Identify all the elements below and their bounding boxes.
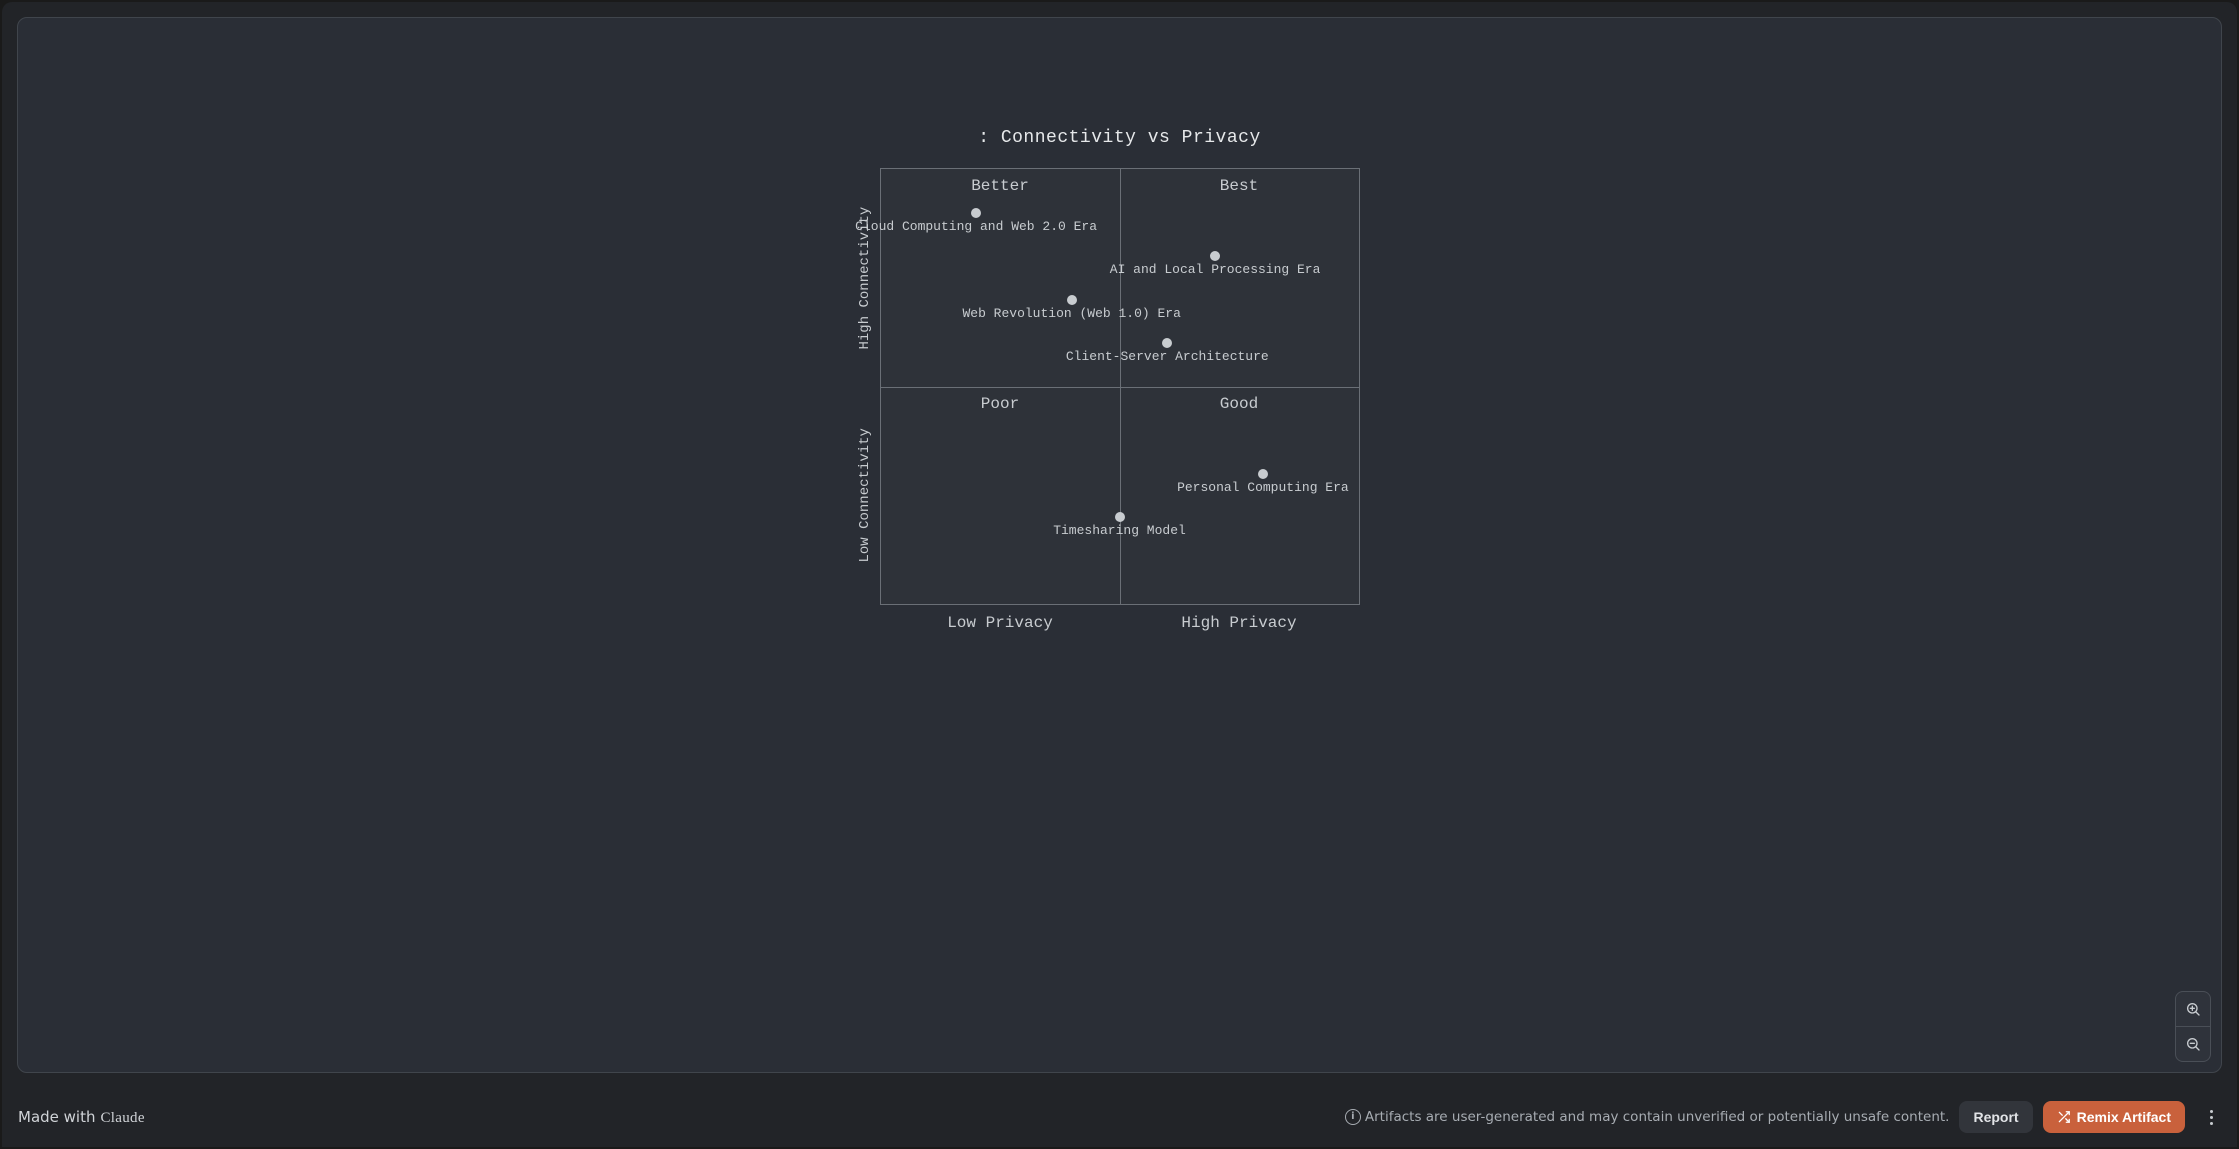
footer-bar: Made with Claude i Artifacts are user-ge… <box>2 1087 2237 1147</box>
data-point[interactable] <box>1067 295 1077 305</box>
report-button[interactable]: Report <box>1959 1101 2032 1133</box>
axis-divider-horizontal <box>881 387 1359 388</box>
more-menu-button[interactable] <box>2201 1103 2221 1131</box>
report-button-label: Report <box>1973 1109 2018 1125</box>
data-point-label: Timesharing Model <box>1053 523 1186 538</box>
remix-button-label: Remix Artifact <box>2077 1109 2171 1125</box>
chart: : Connectivity vs Privacy Better Best Po… <box>870 128 1370 605</box>
data-point-label: Client-Server Architecture <box>1066 349 1269 364</box>
disclaimer: i Artifacts are user-generated and may c… <box>1345 1109 1950 1125</box>
data-point[interactable] <box>1162 338 1172 348</box>
zoom-out-button[interactable] <box>2176 1027 2210 1061</box>
y-axis-label-high: High Connectivity <box>857 169 873 387</box>
data-point-label: Web Revolution (Web 1.0) Era <box>962 306 1180 321</box>
artifact-canvas: : Connectivity vs Privacy Better Best Po… <box>17 17 2222 1073</box>
made-with-prefix: Made with <box>18 1108 95 1126</box>
data-point[interactable] <box>971 208 981 218</box>
made-with-brand: Claude <box>100 1110 144 1127</box>
outer-frame: : Connectivity vs Privacy Better Best Po… <box>2 2 2237 1147</box>
quadrant-label-good: Good <box>1120 395 1359 413</box>
quadrant-grid: Better Best Poor Good High Connectivity … <box>880 168 1360 605</box>
x-axis-label-low: Low Privacy <box>881 614 1120 632</box>
data-point-label: Personal Computing Era <box>1177 480 1349 495</box>
info-icon: i <box>1345 1109 1361 1125</box>
data-point-label: AI and Local Processing Era <box>1110 262 1321 277</box>
disclaimer-text: Artifacts are user-generated and may con… <box>1365 1109 1950 1125</box>
zoom-out-icon <box>2185 1036 2201 1052</box>
footer-right: i Artifacts are user-generated and may c… <box>1345 1101 2221 1133</box>
shuffle-icon <box>2057 1110 2071 1124</box>
zoom-in-icon <box>2185 1001 2201 1017</box>
made-with-claude[interactable]: Made with Claude <box>18 1108 145 1127</box>
quadrant-label-better: Better <box>881 177 1120 195</box>
data-point[interactable] <box>1115 512 1125 522</box>
remix-artifact-button[interactable]: Remix Artifact <box>2043 1101 2185 1133</box>
quadrant-label-poor: Poor <box>881 395 1120 413</box>
chart-title: : Connectivity vs Privacy <box>870 128 1370 148</box>
x-axis-label-high: High Privacy <box>1120 614 1359 632</box>
y-axis-label-low: Low Connectivity <box>857 387 873 605</box>
data-point[interactable] <box>1210 251 1220 261</box>
zoom-in-button[interactable] <box>2176 992 2210 1026</box>
quadrant-label-best: Best <box>1120 177 1359 195</box>
data-point[interactable] <box>1258 469 1268 479</box>
zoom-controls <box>2175 991 2211 1062</box>
data-point-label: Cloud Computing and Web 2.0 Era <box>855 219 1097 234</box>
